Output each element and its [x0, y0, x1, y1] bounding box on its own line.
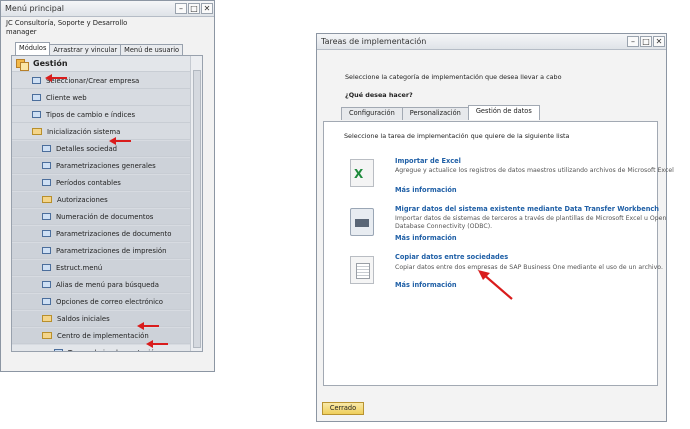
copy-documents-icon: [350, 256, 374, 284]
minimize-button[interactable]: –: [175, 3, 187, 14]
form-icon: [42, 213, 51, 220]
form-icon: [42, 264, 51, 271]
main-menu-title: Menú principal: [5, 4, 64, 13]
task-description: Agregue y actualice los registros de dat…: [395, 167, 674, 174]
form-icon: [32, 111, 41, 118]
tab-arrastrar-vincular[interactable]: Arrastrar y vincular: [49, 44, 122, 55]
tree-item[interactable]: Numeración de documentos: [12, 209, 190, 225]
tree-item-label: Cliente web: [46, 93, 87, 102]
form-icon: [42, 162, 51, 169]
excel-icon: [350, 159, 374, 187]
tree-item[interactable]: Parametrizaciones de documento: [12, 226, 190, 242]
task-description: Copiar datos entre dos empresas de SAP B…: [395, 264, 663, 271]
annotation-arrow: [109, 137, 131, 145]
task-title[interactable]: Migrar datos del sistema existente media…: [395, 205, 659, 213]
task-title[interactable]: Importar de Excel: [395, 157, 461, 165]
close-dialog-button[interactable]: Cerrado: [322, 402, 364, 415]
module-tree: Gestión Seleccionar/Crear empresa Cliente …: [11, 55, 203, 352]
tab-configuracion[interactable]: Configuración: [341, 107, 403, 120]
folder-icon: [32, 128, 42, 135]
annotation-arrow: [146, 340, 168, 348]
tree-item-label: Opciones de correo electrónico: [56, 297, 164, 306]
form-icon: [42, 179, 51, 186]
tab-personalizacion[interactable]: Personalización: [401, 107, 469, 120]
impl-intro: Seleccione la categoría de implementació…: [345, 73, 562, 81]
tree-item[interactable]: Estruct.menú: [12, 260, 190, 276]
module-folder-icon: [16, 58, 29, 71]
annotation-arrow: [137, 322, 159, 330]
task-description: Importar datos de sistemas de terceros a…: [395, 215, 667, 222]
form-icon: [42, 298, 51, 305]
tree-item-label: Períodos contables: [56, 178, 121, 187]
form-icon: [32, 94, 41, 101]
form-icon: [42, 145, 51, 152]
tree-item-label: Numeración de documentos: [56, 212, 154, 221]
tab-gestion-datos[interactable]: Gestión de datos: [467, 105, 540, 120]
workbench-icon: [350, 208, 374, 236]
folder-icon: [42, 315, 52, 322]
folder-icon: [42, 332, 52, 339]
tree-scrollbar[interactable]: [190, 56, 202, 351]
tree-item-label: Parametrizaciones generales: [56, 161, 156, 170]
tree-item[interactable]: Períodos contables: [12, 175, 190, 191]
tree-item[interactable]: Saldos iniciales: [12, 311, 190, 327]
main-menu-window: Menú principal – □ ✕ JC Consultoría, Sop…: [0, 0, 215, 372]
maximize-button[interactable]: □: [640, 36, 652, 47]
tree-item[interactable]: Autorizaciones: [12, 192, 190, 208]
tree-item-label: Saldos iniciales: [57, 314, 110, 323]
tree-item-label: Alias de menú para búsqueda: [56, 280, 159, 289]
more-info-link[interactable]: Más información: [395, 186, 457, 194]
impl-titlebar[interactable]: Tareas de implementación – □ ✕: [317, 34, 666, 50]
tree-item-label: Autorizaciones: [57, 195, 108, 204]
panel-intro: Seleccione la tarea de implementación qu…: [344, 132, 570, 140]
impl-title: Tareas de implementación: [321, 37, 427, 46]
minimize-button[interactable]: –: [627, 36, 639, 47]
scroll-thumb[interactable]: [193, 70, 201, 348]
user-name: manager: [6, 28, 37, 36]
tree-item[interactable]: Parametrizaciones generales: [12, 158, 190, 174]
tree-item-label: Inicialización sistema: [47, 127, 121, 136]
form-icon: [42, 281, 51, 288]
tab-modulos[interactable]: Módulos: [15, 42, 51, 55]
maximize-button[interactable]: □: [188, 3, 200, 14]
tree-item[interactable]: Tipos de cambio e índices: [12, 107, 190, 123]
form-icon: [32, 77, 41, 84]
task-description-2: Database Connectivity (ODBC).: [395, 223, 493, 230]
annotation-arrow: [478, 270, 513, 300]
more-info-link[interactable]: Más información: [395, 234, 457, 242]
tree-item[interactable]: Seleccionar/Crear empresa: [12, 73, 190, 89]
more-info-link[interactable]: Más información: [395, 281, 457, 289]
tree-item-label: Centro de implementación: [57, 331, 149, 340]
folder-icon: [42, 196, 52, 203]
tree-item-label: Tipos de cambio e índices: [46, 110, 136, 119]
tree-item[interactable]: Alias de menú para búsqueda: [12, 277, 190, 293]
tree-item-label: Gestión: [33, 59, 68, 68]
tree-item-label: Parametrizaciones de documento: [56, 229, 172, 238]
company-name: JC Consultoría, Soporte y Desarrollo: [6, 19, 128, 27]
tab-menu-usuario[interactable]: Menú de usuario: [120, 44, 184, 55]
tree-item[interactable]: Parametrizaciones de impresión: [12, 243, 190, 259]
data-management-panel: Seleccione la tarea de implementación qu…: [323, 121, 674, 386]
tree-module-gestion[interactable]: Gestión: [12, 56, 190, 72]
tree-item-label: Parametrizaciones de impresión: [56, 246, 167, 255]
form-icon: [42, 247, 51, 254]
tree-item[interactable]: Detalles sociedad: [12, 141, 190, 157]
tree-item[interactable]: Opciones de correo electrónico: [12, 294, 190, 310]
main-menu-titlebar[interactable]: Menú principal – □ ✕: [1, 1, 214, 17]
close-button[interactable]: ✕: [201, 3, 213, 14]
form-icon: [42, 230, 51, 237]
tree-item[interactable]: Cliente web: [12, 90, 190, 106]
task-title[interactable]: Copiar datos entre sociedades: [395, 253, 508, 261]
close-button[interactable]: ✕: [653, 36, 665, 47]
form-icon: [54, 349, 63, 351]
tree-item-label: Estruct.menú: [56, 263, 103, 272]
tree-item-label: Detalles sociedad: [56, 144, 118, 153]
tree-item[interactable]: Inicialización sistema: [12, 124, 190, 140]
impl-question: ¿Qué desea hacer?: [345, 91, 413, 99]
implementation-tasks-window: Tareas de implementación – □ ✕ Seleccion…: [316, 33, 674, 422]
annotation-arrow: [45, 74, 67, 82]
tree-item-label: Tareas de implementación: [68, 349, 159, 352]
